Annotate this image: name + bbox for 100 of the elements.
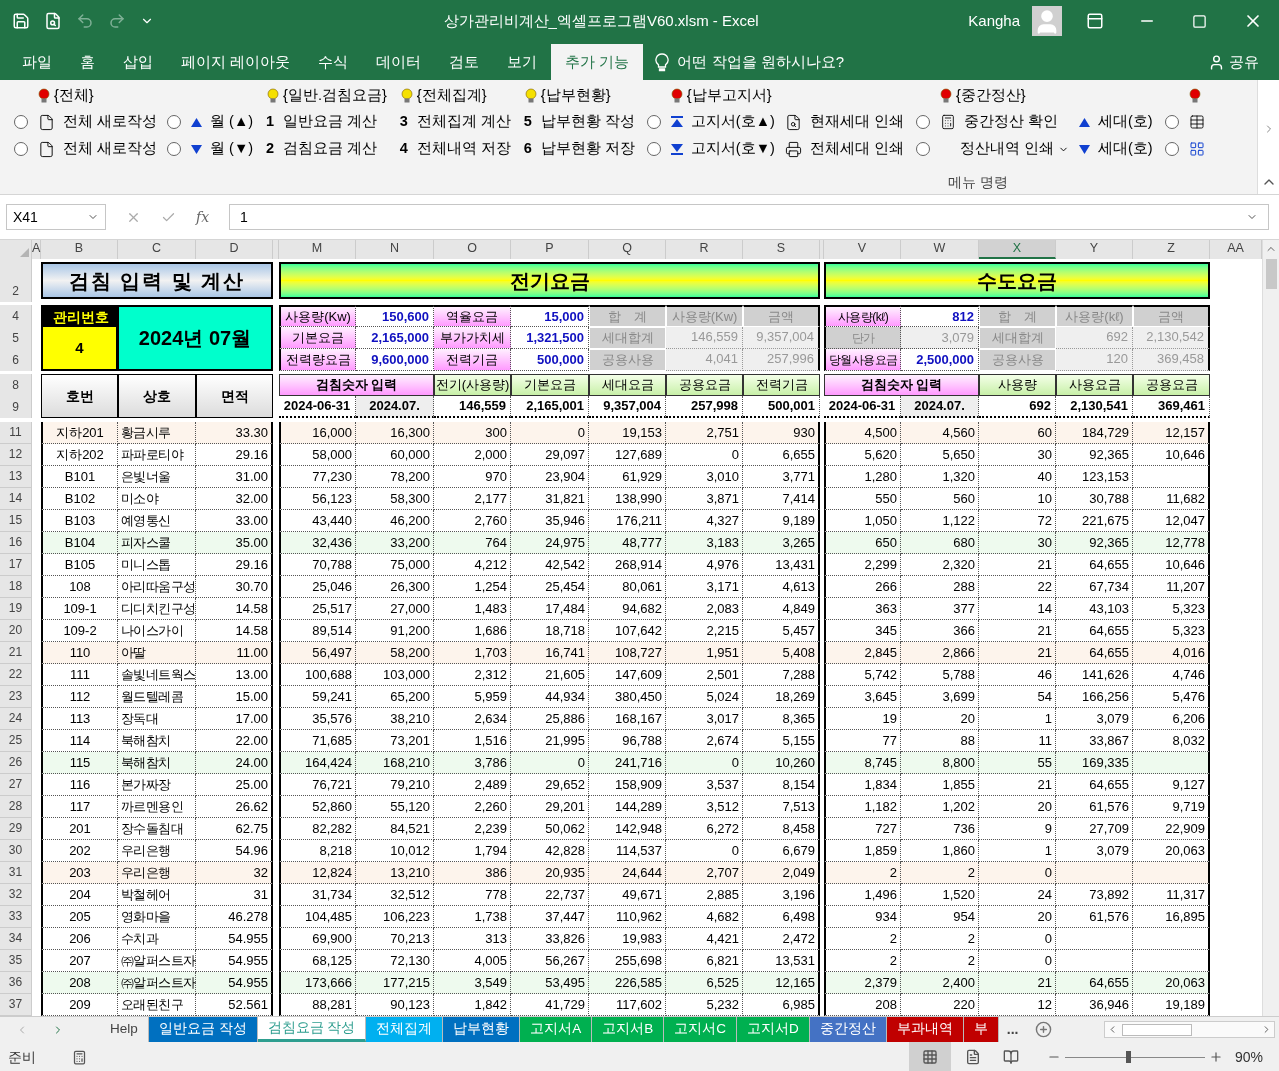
radio-button[interactable] — [14, 142, 28, 156]
redo-icon[interactable] — [108, 12, 126, 30]
ribbon-tab[interactable]: 삽입 — [109, 44, 167, 80]
ribbon-button[interactable]: 전체 새로작성 — [38, 138, 158, 160]
radio-button[interactable] — [915, 142, 930, 156]
sheet-tab[interactable]: 납부현황 — [443, 1017, 521, 1042]
row-header[interactable]: 37 — [0, 994, 32, 1016]
row-header[interactable]: 8 — [0, 374, 32, 396]
row-header[interactable]: 9 — [0, 396, 32, 418]
row-header[interactable]: 29 — [0, 818, 32, 840]
row-header[interactable]: 17 — [0, 554, 32, 576]
ribbon-tab[interactable]: 추가 기능 — [551, 44, 644, 80]
row-header[interactable]: 34 — [0, 928, 32, 950]
row-header[interactable]: 36 — [0, 972, 32, 994]
row-header[interactable]: 21 — [0, 642, 32, 664]
page-break-icon[interactable] — [1002, 1049, 1019, 1065]
radio-button[interactable] — [646, 142, 661, 156]
row-header[interactable]: 32 — [0, 884, 32, 906]
row-header[interactable]: 4 — [0, 305, 32, 327]
ribbon-tab[interactable]: 수식 — [304, 44, 363, 80]
input-value[interactable]: 2,500,000 — [901, 349, 979, 371]
input-value[interactable]: 500,000 — [511, 349, 589, 371]
row-header[interactable]: 11 — [0, 422, 32, 444]
radio-button[interactable] — [167, 142, 182, 156]
normal-view-icon[interactable] — [921, 1049, 938, 1065]
row-header[interactable]: 16 — [0, 532, 32, 554]
row-header[interactable]: 2 — [0, 259, 32, 302]
sheet-tab[interactable]: 부과내역 — [886, 1017, 964, 1042]
row-header[interactable]: 35 — [0, 950, 32, 972]
row-header[interactable]: 19 — [0, 598, 32, 620]
row-header[interactable]: 24 — [0, 708, 32, 730]
input-value[interactable]: 812 — [901, 305, 979, 327]
ribbon-button[interactable]: 고지서(호▼) — [670, 138, 775, 160]
radio-button[interactable] — [14, 115, 28, 129]
ribbon-tab[interactable]: 파일 — [8, 44, 66, 80]
share-button[interactable]: 공유 — [1208, 44, 1279, 80]
ribbon-button[interactable]: 전체 새로작성 — [38, 111, 158, 133]
row-header[interactable]: 13 — [0, 466, 32, 488]
ribbon-button[interactable]: 5 납부현황 작성 — [522, 111, 635, 133]
undo-icon[interactable] — [76, 12, 94, 30]
row-header[interactable]: 14 — [0, 488, 32, 510]
horizontal-scrollbar[interactable] — [1103, 1021, 1275, 1038]
row-header[interactable]: 33 — [0, 906, 32, 928]
ribbon-button[interactable]: 월 (▼) — [191, 138, 254, 160]
column-header[interactable]: R — [666, 240, 743, 259]
ribbon-button[interactable]: 현재세대 인쇄 — [784, 111, 904, 133]
row-header[interactable]: 26 — [0, 752, 32, 774]
ribbon-button[interactable]: 4 전체내역 저장 — [398, 138, 511, 160]
column-header[interactable]: AA — [1210, 240, 1262, 259]
formula-input[interactable]: 1 — [229, 204, 1269, 230]
column-header[interactable]: Q — [589, 240, 666, 259]
row-header[interactable]: 20 — [0, 620, 32, 642]
row-header[interactable]: 31 — [0, 862, 32, 884]
tell-me-search[interactable]: 어떤 작업을 원하시나요? — [677, 50, 845, 74]
row-header[interactable]: 30 — [0, 840, 32, 862]
ribbon-display-icon[interactable] — [1086, 12, 1104, 30]
radio-button[interactable] — [1164, 142, 1179, 156]
ribbon-button[interactable]: 1 일반요금 계산 — [265, 111, 378, 133]
row-header[interactable]: 22 — [0, 664, 32, 686]
sheet-tab[interactable]: 부 — [963, 1017, 999, 1042]
radio-button[interactable] — [646, 115, 661, 129]
column-header[interactable]: B — [41, 240, 118, 259]
column-header[interactable]: P — [511, 240, 589, 259]
sheet-tab[interactable]: 일반요금 작성 — [148, 1017, 258, 1042]
input-value[interactable]: 2,165,000 — [356, 327, 434, 349]
vertical-scrollbar[interactable] — [1262, 240, 1279, 1016]
column-header[interactable]: O — [434, 240, 511, 259]
sheet-tab[interactable]: 중간정산 — [809, 1017, 887, 1042]
scrollbar-thumb[interactable] — [1121, 1023, 1192, 1036]
zoom-in-icon[interactable] — [1208, 1050, 1223, 1064]
insert-function-button[interactable]: fx — [196, 206, 210, 228]
ribbon-button[interactable]: 6 납부현황 저장 — [522, 138, 635, 160]
ribbon-tab[interactable]: 보기 — [493, 44, 552, 80]
row-header[interactable]: 28 — [0, 796, 32, 818]
input-value[interactable]: 15,000 — [511, 305, 589, 327]
ribbon-button[interactable]: 3 전체집계 계산 — [398, 111, 511, 133]
radio-button[interactable] — [167, 115, 182, 129]
column-header[interactable]: Z — [1133, 240, 1210, 259]
ribbon-button[interactable]: 2 검침요금 계산 — [265, 138, 378, 160]
ribbon-tab[interactable]: 홈 — [66, 44, 109, 80]
ribbon-button[interactable]: 세대(호) — [1078, 111, 1153, 133]
scrollbar-thumb[interactable] — [1265, 259, 1277, 289]
row-header[interactable]: 15 — [0, 510, 32, 532]
row-header[interactable]: 23 — [0, 686, 32, 708]
zoom-slider[interactable] — [1064, 1051, 1205, 1063]
input-value[interactable]: 1,321,500 — [511, 327, 589, 349]
menu-button[interactable]: 정산내역 인쇄 — [939, 138, 1069, 160]
column-header[interactable]: M — [279, 240, 356, 259]
column-header[interactable]: N — [356, 240, 434, 259]
more-sheets-button[interactable]: ... — [998, 1017, 1027, 1042]
column-header[interactable]: V — [824, 240, 901, 259]
maximize-icon[interactable] — [1192, 13, 1207, 29]
row-header[interactable]: 25 — [0, 730, 32, 752]
row-header[interactable]: 27 — [0, 774, 32, 796]
row-header[interactable]: 6 — [0, 349, 32, 371]
column-header[interactable]: C — [118, 240, 196, 259]
ribbon-button[interactable]: 중간정산 확인 — [939, 111, 1058, 133]
column-header[interactable]: S — [743, 240, 820, 259]
zoom-level[interactable]: 90% — [1234, 1046, 1263, 1068]
ribbon-button[interactable]: 월 (▲) — [191, 111, 254, 133]
